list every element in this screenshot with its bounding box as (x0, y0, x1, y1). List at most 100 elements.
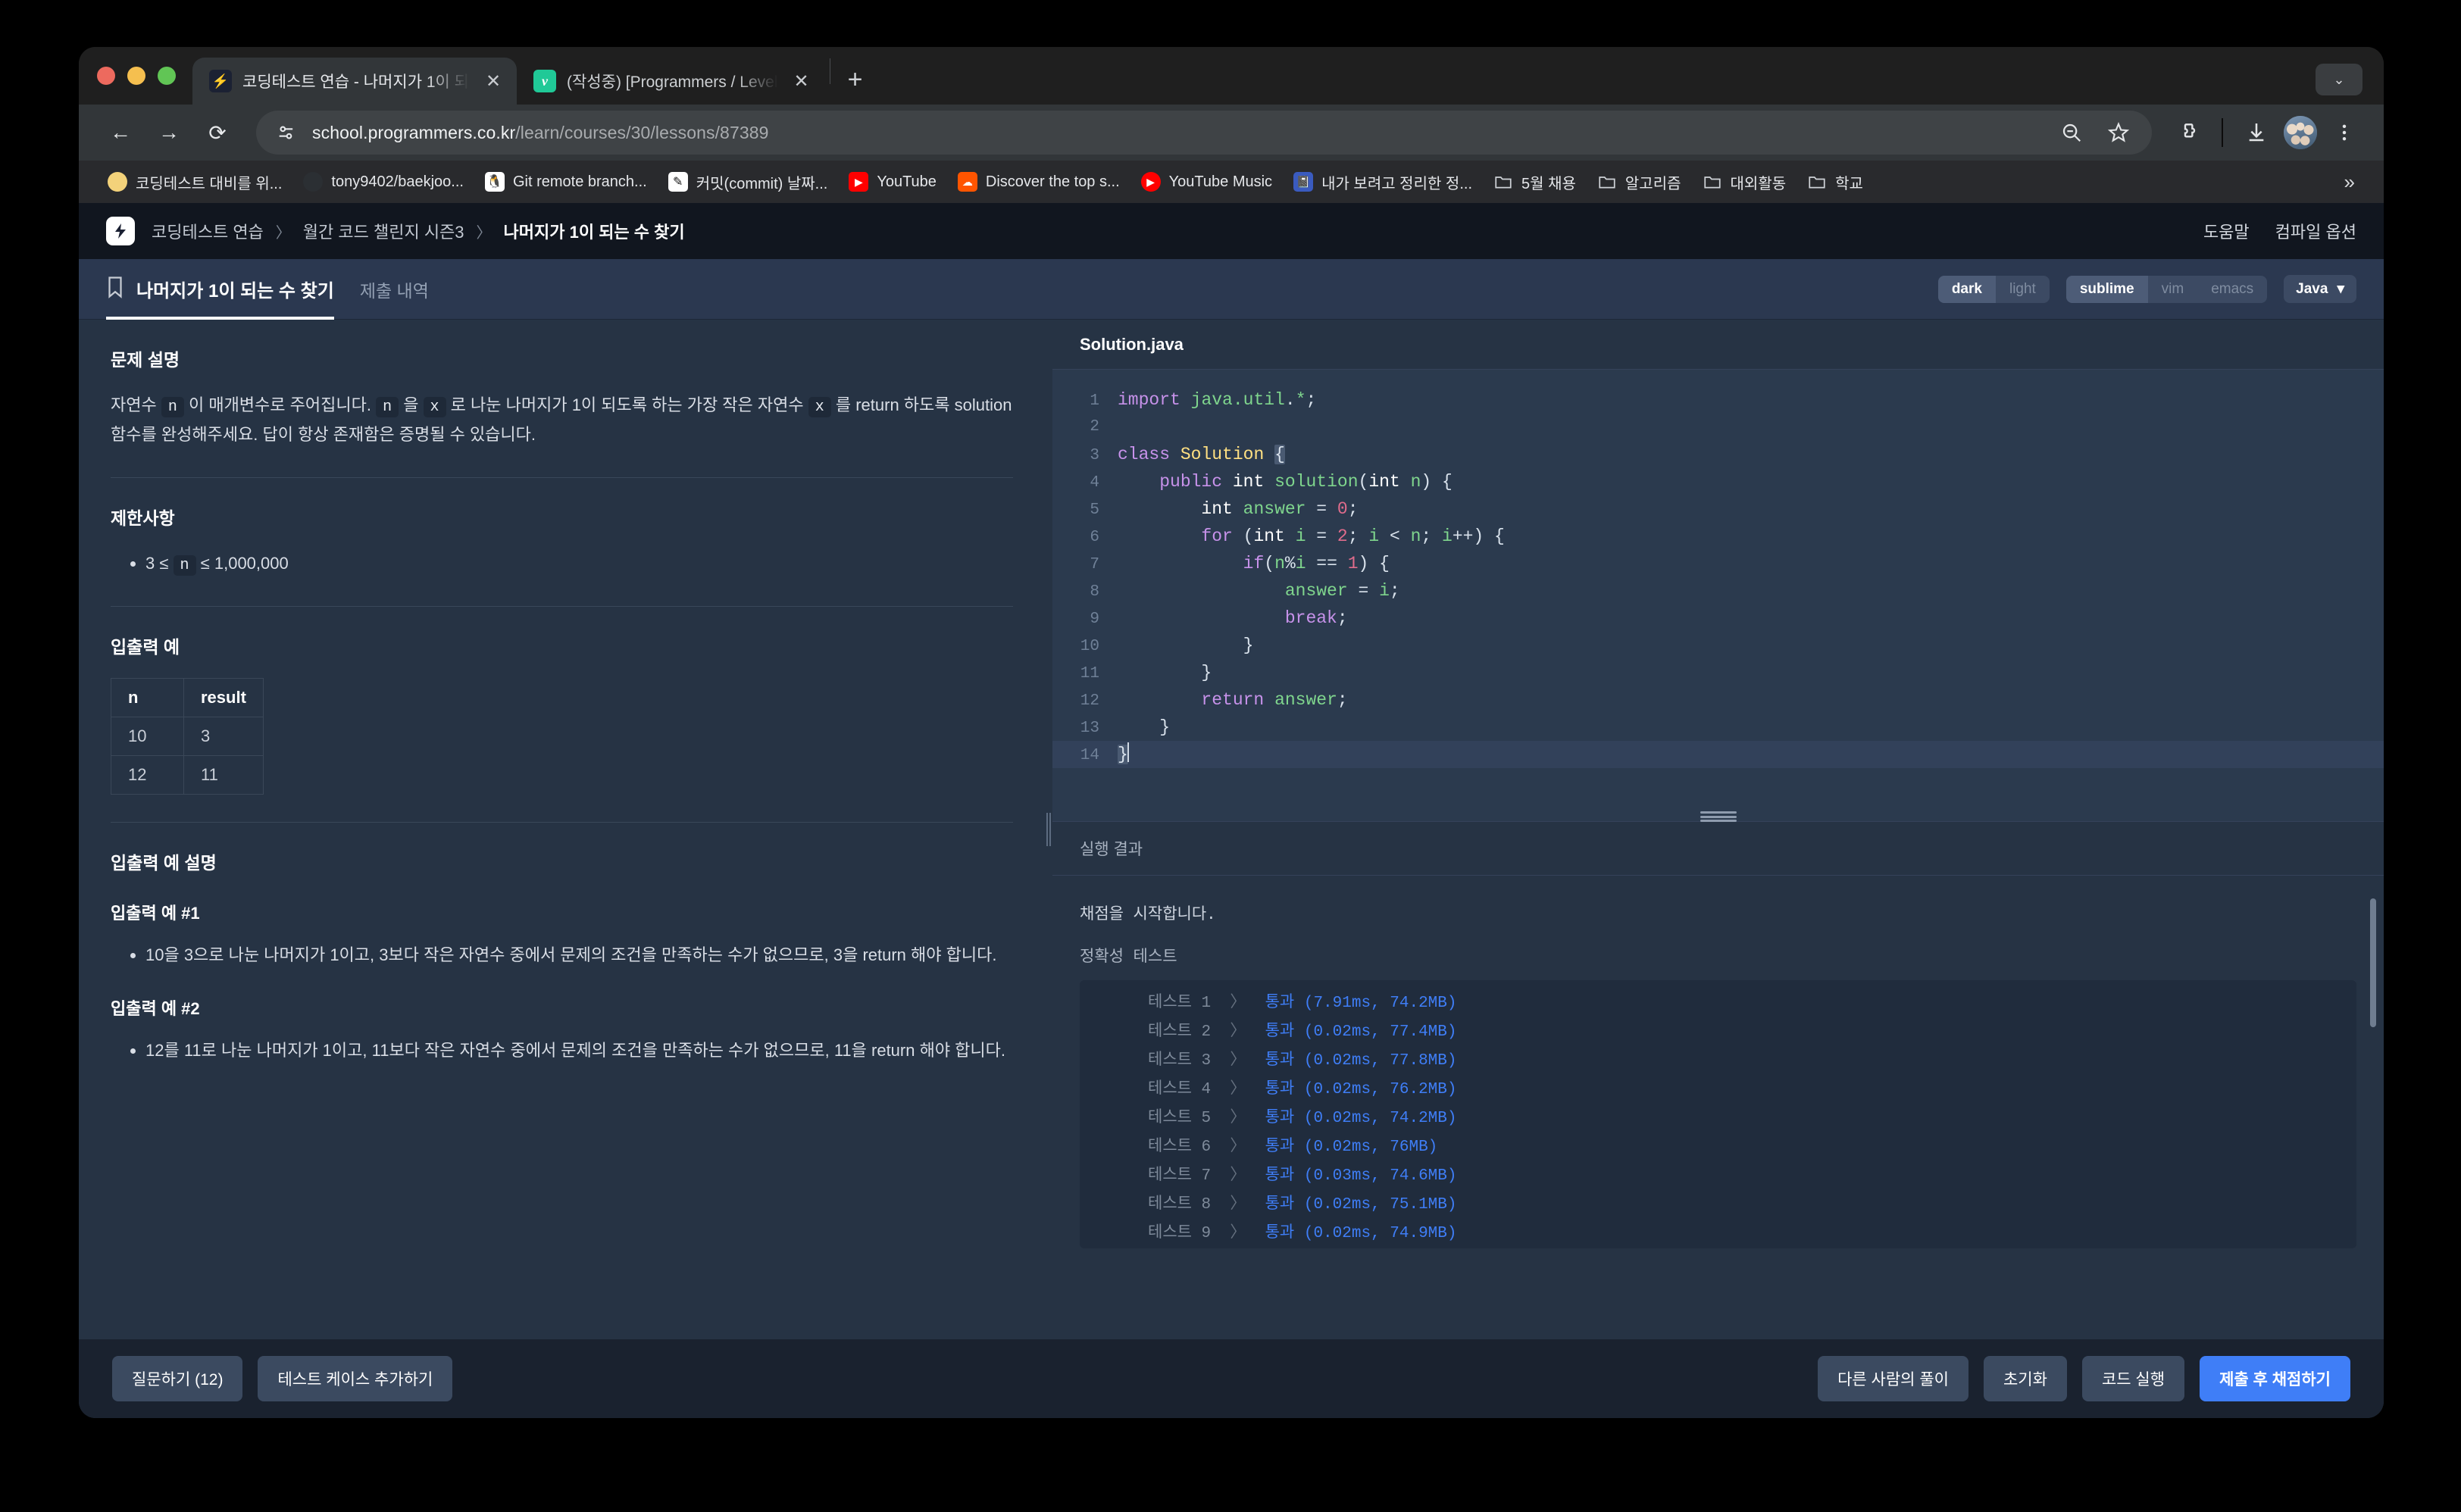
line-code: return answer; (1201, 690, 1348, 710)
extensions-icon[interactable] (2169, 113, 2208, 152)
bookmark-folder[interactable]: 대외활동 (1692, 167, 1797, 198)
chevron-right-icon: 〉 (1230, 1139, 1246, 1156)
download-icon[interactable] (2237, 113, 2276, 152)
line-code: answer = i; (1284, 581, 1400, 601)
address-bar[interactable]: school.programmers.co.kr/learn/courses/3… (256, 111, 2152, 155)
inline-code-n: n (376, 397, 399, 417)
profile-avatar[interactable] (2281, 113, 2320, 152)
other-solutions-button[interactable]: 다른 사람의 풀이 (1818, 1356, 1968, 1401)
bookmark-item[interactable]: ▶ YouTube Music (1130, 167, 1283, 196)
bookmark-label: 커밋(commit) 날짜... (696, 175, 828, 192)
table-row: 10 3 (111, 716, 264, 756)
bookmark-label: 코딩테스트 대비를 위... (136, 175, 283, 192)
chevron-right-icon: 〉 (1230, 1052, 1246, 1070)
code-line: 13 } (1052, 714, 2384, 741)
code-line: 12 return answer; (1052, 686, 2384, 714)
bookmark-folder[interactable]: 5월 채용 (1483, 167, 1587, 198)
code-line-current: 14 } (1052, 741, 2384, 768)
programmers-logo[interactable] (106, 217, 135, 245)
list-item: 12를 11로 나눈 나머지가 1이고, 11보다 작은 자연수 중에서 문제의… (145, 1036, 1013, 1066)
bookmarks-overflow-button[interactable]: » (2334, 170, 2366, 194)
bookmark-folder[interactable]: 알고리즘 (1587, 167, 1692, 198)
test-result: 통과 (0.02ms, 76.2MB) (1265, 1081, 1457, 1098)
tab-submissions[interactable]: 제출 내역 (360, 276, 429, 302)
browser-tab-2[interactable]: v (작성중) [Programmers / Level ✕ (517, 58, 825, 105)
keymap-toggle[interactable]: sublime vim emacs (2065, 275, 2268, 303)
github-icon (303, 172, 324, 192)
page-info-icon[interactable] (273, 119, 300, 146)
add-test-case-button[interactable]: 테스트 케이스 추가하기 (258, 1356, 453, 1401)
bookmark-item[interactable]: 코딩테스트 대비를 위... (97, 167, 292, 198)
run-code-button[interactable]: 코드 실행 (2081, 1356, 2185, 1401)
test-result: 통과 (0.02ms, 75.1MB) (1265, 1196, 1457, 1214)
close-window-button[interactable] (97, 67, 115, 85)
tab-problem-label: 나머지가 1이 되는 수 찾기 (136, 281, 334, 301)
folder-icon (1493, 172, 1513, 192)
menu-icon[interactable] (2325, 113, 2364, 152)
back-button[interactable]: ← (99, 111, 142, 155)
bookmark-item[interactable]: 🐧 Git remote branch... (474, 167, 658, 196)
submit-button[interactable]: 제출 후 채점하기 (2200, 1356, 2350, 1401)
new-tab-button[interactable]: + (835, 59, 876, 100)
table-cell: 12 (111, 754, 184, 795)
keymap-option-emacs[interactable]: emacs (2197, 276, 2267, 303)
line-code: } (1118, 741, 1129, 768)
bookmark-icon[interactable] (106, 276, 124, 302)
results-resize-handle[interactable] (1700, 811, 1737, 822)
tab-strip: ⚡ 코딩테스트 연습 - 나머지가 1이 되는 ✕ v (작성중) [Progr… (79, 47, 2384, 105)
language-select[interactable]: Java ▾ (2284, 275, 2356, 303)
bookmark-label: 학교 (1835, 175, 1863, 192)
reload-button[interactable]: ⟳ (195, 111, 239, 155)
table-row: 테스트 3 〉 통과 (0.02ms, 77.8MB) (1080, 1047, 2356, 1076)
keymap-option-sublime[interactable]: sublime (2065, 275, 2148, 303)
test-name: 테스트 1 (1148, 995, 1212, 1012)
chevron-right-icon: 〉 (1230, 1196, 1246, 1214)
line-number: 9 (1090, 611, 1099, 628)
close-tab-icon[interactable]: ✕ (480, 68, 506, 94)
tab-problem[interactable]: 나머지가 1이 되는 수 찾기 (106, 259, 334, 320)
accuracy-test-title: 정확성 테스트 (1080, 949, 1177, 967)
minimize-window-button[interactable] (127, 67, 145, 85)
bookmark-folder[interactable]: 학교 (1796, 167, 1874, 198)
table-cell: 10 (111, 716, 184, 756)
results-header: 실행 결과 (1052, 811, 2384, 876)
breadcrumb-item[interactable]: 월간 코드 챌린지 시즌3 (303, 219, 464, 243)
bookmark-label: 5월 채용 (1521, 175, 1576, 192)
results-scrollbar[interactable] (2370, 898, 2376, 1027)
bookmark-item[interactable]: 📓 내가 보려고 정리한 정... (1283, 167, 1483, 198)
ask-question-button[interactable]: 질문하기 (12) (112, 1356, 243, 1401)
pane-resize-handle[interactable] (1045, 320, 1052, 1339)
reset-button[interactable]: 초기화 (1983, 1356, 2067, 1401)
code-editor[interactable]: 1 import java.util.*; 2 3 class Solution… (1052, 370, 2384, 821)
browser-tab-1[interactable]: ⚡ 코딩테스트 연습 - 나머지가 1이 되는 ✕ (192, 58, 517, 105)
youtube-music-icon: ▶ (1140, 172, 1161, 192)
forward-button[interactable]: → (147, 111, 191, 155)
compile-options-link[interactable]: 컴파일 옵션 (2275, 219, 2356, 243)
folder-icon (1807, 172, 1827, 192)
chevron-right-icon: 〉 (1230, 995, 1246, 1012)
column-header: result (183, 677, 264, 717)
theme-option-dark[interactable]: dark (1937, 275, 1996, 303)
line-code: import java.util.*; (1118, 390, 1317, 410)
zoom-out-icon[interactable] (2052, 113, 2091, 152)
help-link[interactable]: 도움말 (2203, 219, 2250, 243)
theme-toggle[interactable]: dark light (1937, 275, 2050, 303)
bookmark-item[interactable]: tony9402/baekjoo... (292, 167, 474, 196)
theme-option-light[interactable]: light (1996, 276, 2050, 303)
bookmark-item[interactable]: ▶ YouTube (838, 167, 947, 196)
io-examples-table: n result 10 3 12 11 (111, 677, 264, 795)
bookmark-item[interactable]: ✎ 커밋(commit) 날짜... (658, 167, 839, 198)
chevron-down-icon[interactable]: ⌄ (2316, 64, 2362, 95)
close-tab-icon[interactable]: ✕ (789, 68, 815, 94)
example-heading: 입출력 예 #2 (111, 999, 200, 1018)
bookmark-item[interactable]: ☁ Discover the top s... (947, 167, 1130, 196)
table-row: 테스트 6 〉 통과 (0.02ms, 76MB) (1080, 1133, 2356, 1162)
bookmark-label: Git remote branch... (512, 173, 647, 190)
keymap-option-vim[interactable]: vim (2148, 276, 2198, 303)
constraint-lead: 3 ≤ (145, 553, 174, 573)
breadcrumb-item[interactable]: 코딩테스트 연습 (152, 219, 264, 243)
maximize-window-button[interactable] (158, 67, 176, 85)
star-icon[interactable] (2099, 113, 2138, 152)
code-line: 4 public int solution(int n) { (1052, 468, 2384, 495)
list-item: 10을 3으로 나눈 나머지가 1이고, 3보다 작은 자연수 중에서 문제의 … (145, 941, 1013, 970)
